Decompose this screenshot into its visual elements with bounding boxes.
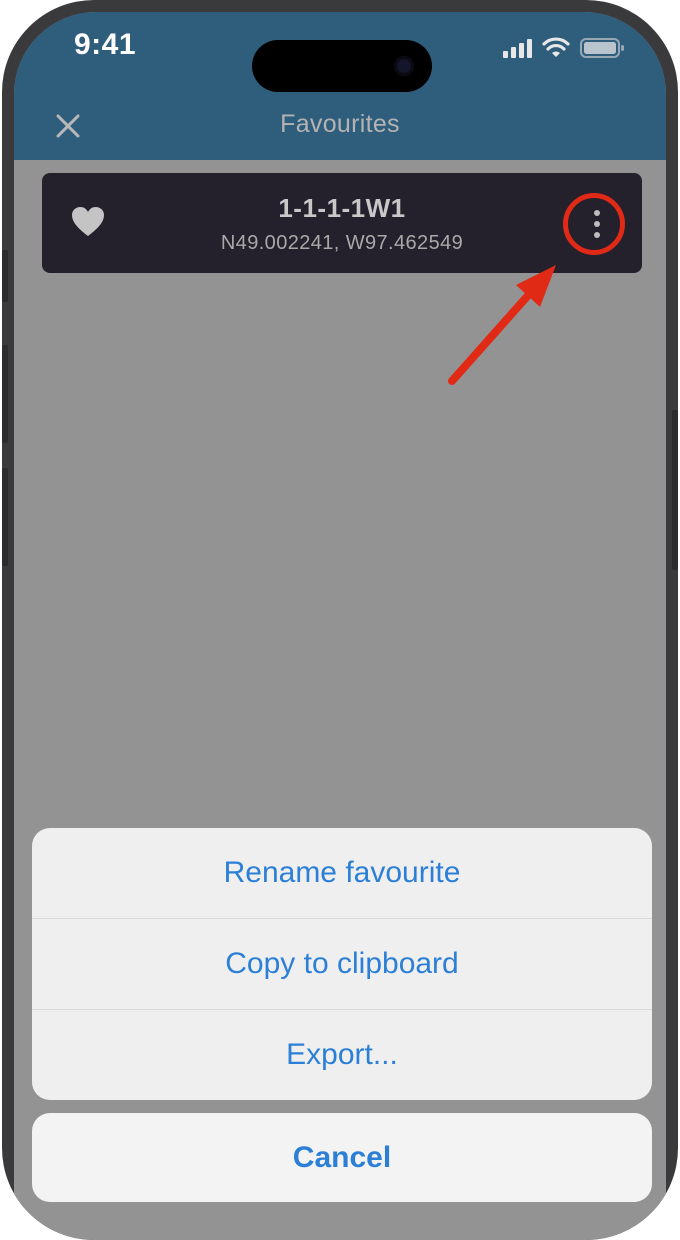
volume-up-button — [2, 345, 8, 443]
export-button[interactable]: Export... — [32, 1009, 652, 1100]
signal-icon — [503, 38, 532, 58]
dynamic-island — [252, 40, 432, 92]
favourite-coordinates: N49.002241, W97.462549 — [220, 232, 464, 254]
copy-to-clipboard-button[interactable]: Copy to clipboard — [32, 918, 652, 1009]
cancel-button[interactable]: Cancel — [32, 1113, 652, 1202]
volume-down-button — [2, 468, 8, 566]
wifi-icon — [542, 37, 570, 59]
power-button — [672, 410, 678, 570]
phone-frame: 9:41 Favourites 1-1-1-1W1 N49.002241, W9… — [2, 0, 678, 1240]
battery-icon — [580, 37, 626, 59]
page-title: Favourites — [280, 110, 400, 138]
favourite-name: 1-1-1-1W1 — [278, 193, 406, 223]
status-time: 9:41 — [74, 28, 137, 61]
highlight-ring — [563, 193, 625, 255]
mute-switch — [2, 250, 8, 302]
screen: 9:41 Favourites 1-1-1-1W1 N49.002241, W9… — [14, 12, 666, 1240]
status-icons — [503, 34, 626, 62]
camera-icon — [394, 56, 414, 76]
annotation-arrow — [448, 265, 556, 385]
action-sheet: Rename favourite Copy to clipboard Expor… — [32, 828, 652, 1100]
nav-header: 9:41 Favourites — [14, 12, 666, 160]
rename-favourite-button[interactable]: Rename favourite — [32, 828, 652, 918]
